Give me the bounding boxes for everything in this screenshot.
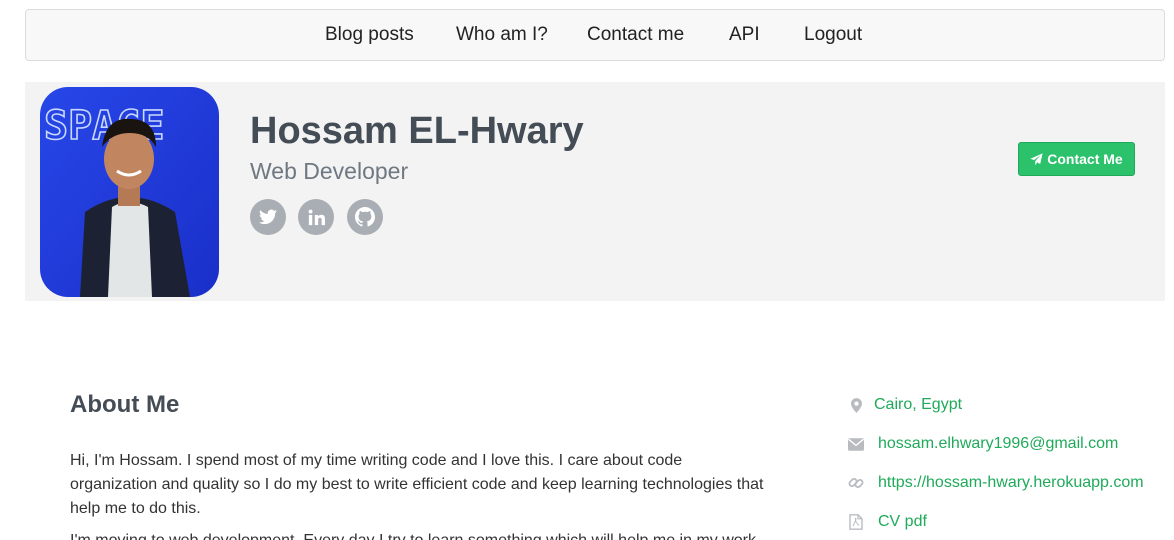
cv-link[interactable]: CV pdf <box>878 513 927 531</box>
about-paragraph: Hi, I'm Hossam. I spend most of my time … <box>70 452 764 517</box>
nav-link-contact-me[interactable]: Contact me <box>587 10 684 60</box>
contact-me-button-label: Contact Me <box>1047 151 1123 167</box>
profile-title: Web Developer <box>250 158 409 184</box>
envelope-icon <box>848 436 864 452</box>
contact-me-button[interactable]: Contact Me <box>1018 142 1135 176</box>
nav-link-logout[interactable]: Logout <box>804 10 862 60</box>
about-heading: About Me <box>70 391 180 418</box>
linkedin-icon <box>308 209 325 225</box>
about-paragraph: I'm moving to web development. Every day… <box>70 529 770 540</box>
website-link[interactable]: https://hossam-hwary.herokuapp.com <box>878 474 1144 492</box>
info-email: hossam.elhwary1996@gmail.com <box>848 433 1118 455</box>
email-link[interactable]: hossam.elhwary1996@gmail.com <box>878 435 1118 453</box>
nav-link-api[interactable]: API <box>729 10 760 60</box>
top-navbar: Blog posts Who am I? Contact me API Logo… <box>25 9 1165 61</box>
info-location: Cairo, Egypt <box>848 394 962 416</box>
nav-link-blog-posts[interactable]: Blog posts <box>325 10 414 60</box>
github-link[interactable] <box>347 199 383 235</box>
map-marker-icon <box>848 397 864 413</box>
linkedin-link[interactable] <box>298 199 334 235</box>
profile-name: Hossam EL-Hwary <box>250 110 584 152</box>
info-cv: CV pdf <box>848 511 927 533</box>
nav-link-who-am-i[interactable]: Who am I? <box>456 10 548 60</box>
github-icon <box>355 207 375 227</box>
link-icon <box>848 475 864 491</box>
profile-header: SPACE Hossam EL-Hwary Web Developer Cont… <box>25 82 1165 301</box>
twitter-icon <box>259 209 277 225</box>
pdf-file-icon <box>848 514 864 530</box>
paper-plane-icon <box>1030 152 1043 165</box>
location-text[interactable]: Cairo, Egypt <box>874 396 962 414</box>
twitter-link[interactable] <box>250 199 286 235</box>
avatar: SPACE <box>40 87 219 297</box>
info-website: https://hossam-hwary.herokuapp.com <box>848 472 1144 494</box>
avatar-photo: SPACE <box>40 87 219 297</box>
